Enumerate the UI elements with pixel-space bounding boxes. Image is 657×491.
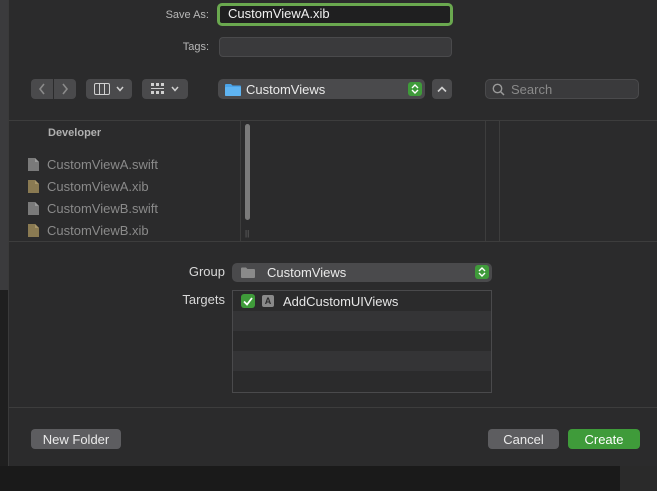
background-window	[0, 466, 657, 491]
file-item[interactable]: CustomViewB.xib	[28, 220, 149, 240]
sidebar-scrollbar-thumb[interactable]	[245, 124, 250, 220]
chevron-right-icon	[62, 83, 69, 95]
group-value: CustomViews	[267, 265, 347, 280]
swift-file-icon	[28, 201, 39, 215]
save-as-label: Save As:	[165, 9, 209, 21]
folder-icon	[241, 267, 255, 278]
popup-stepper-icon	[475, 265, 489, 279]
search-icon	[492, 83, 505, 96]
sidebar-header: Developer	[48, 127, 102, 139]
xib-file-icon	[28, 179, 39, 193]
target-row[interactable]: A AddCustomUIViews	[233, 291, 491, 311]
chevron-left-icon	[38, 83, 45, 95]
empty-row	[233, 331, 491, 351]
cancel-button[interactable]: Cancel	[488, 429, 559, 449]
window-edge	[0, 0, 8, 290]
browser-bottom-border	[9, 241, 657, 242]
target-name: AddCustomUIViews	[283, 293, 399, 309]
expand-collapse-button[interactable]	[432, 79, 452, 99]
view-mode-button[interactable]	[86, 79, 132, 99]
forward-button[interactable]	[54, 79, 76, 99]
chevron-down-icon	[116, 86, 124, 92]
browser-top-border	[9, 120, 657, 121]
file-item[interactable]: CustomViewA.xib	[28, 176, 149, 196]
tags-field[interactable]	[219, 37, 452, 57]
checkbox[interactable]	[241, 294, 255, 308]
group-by-button[interactable]	[142, 79, 188, 99]
grid-icon	[151, 83, 164, 94]
chevron-up-icon	[437, 85, 447, 92]
save-sheet: Save As: CustomViewA.xib Tags: CustomVie…	[8, 0, 657, 466]
search-placeholder: Search	[511, 81, 553, 97]
columns-icon	[94, 83, 110, 95]
column-divider	[499, 121, 500, 241]
empty-row	[233, 311, 491, 331]
targets-list: A AddCustomUIViews	[232, 290, 492, 393]
back-button[interactable]	[31, 79, 53, 99]
location-popup[interactable]: CustomViews	[218, 79, 425, 99]
targets-label: Targets	[182, 292, 225, 307]
save-as-field[interactable]: CustomViewA.xib	[217, 3, 453, 26]
column-divider	[240, 121, 241, 241]
chevron-down-icon	[171, 86, 179, 92]
group-label: Group	[188, 264, 225, 279]
create-button[interactable]: Create	[568, 429, 640, 449]
group-popup[interactable]: CustomViews	[232, 263, 492, 282]
empty-row	[233, 351, 491, 371]
location-label: CustomViews	[246, 81, 326, 97]
checkmark-icon	[243, 296, 253, 306]
file-item[interactable]: CustomViewB.swift	[28, 198, 158, 218]
popup-stepper-icon	[408, 82, 422, 96]
resize-grip-icon[interactable]: ||	[245, 229, 249, 238]
tags-label: Tags:	[182, 41, 209, 53]
app-target-icon: A	[262, 295, 274, 307]
file-item[interactable]: CustomViewA.swift	[28, 154, 158, 174]
search-field[interactable]: Search	[485, 79, 639, 99]
xib-file-icon	[28, 223, 39, 237]
folder-icon	[225, 83, 241, 96]
empty-row	[233, 371, 491, 391]
column-divider	[485, 121, 486, 241]
footer-divider	[9, 407, 657, 408]
new-folder-button[interactable]: New Folder	[31, 429, 121, 449]
swift-file-icon	[28, 157, 39, 171]
